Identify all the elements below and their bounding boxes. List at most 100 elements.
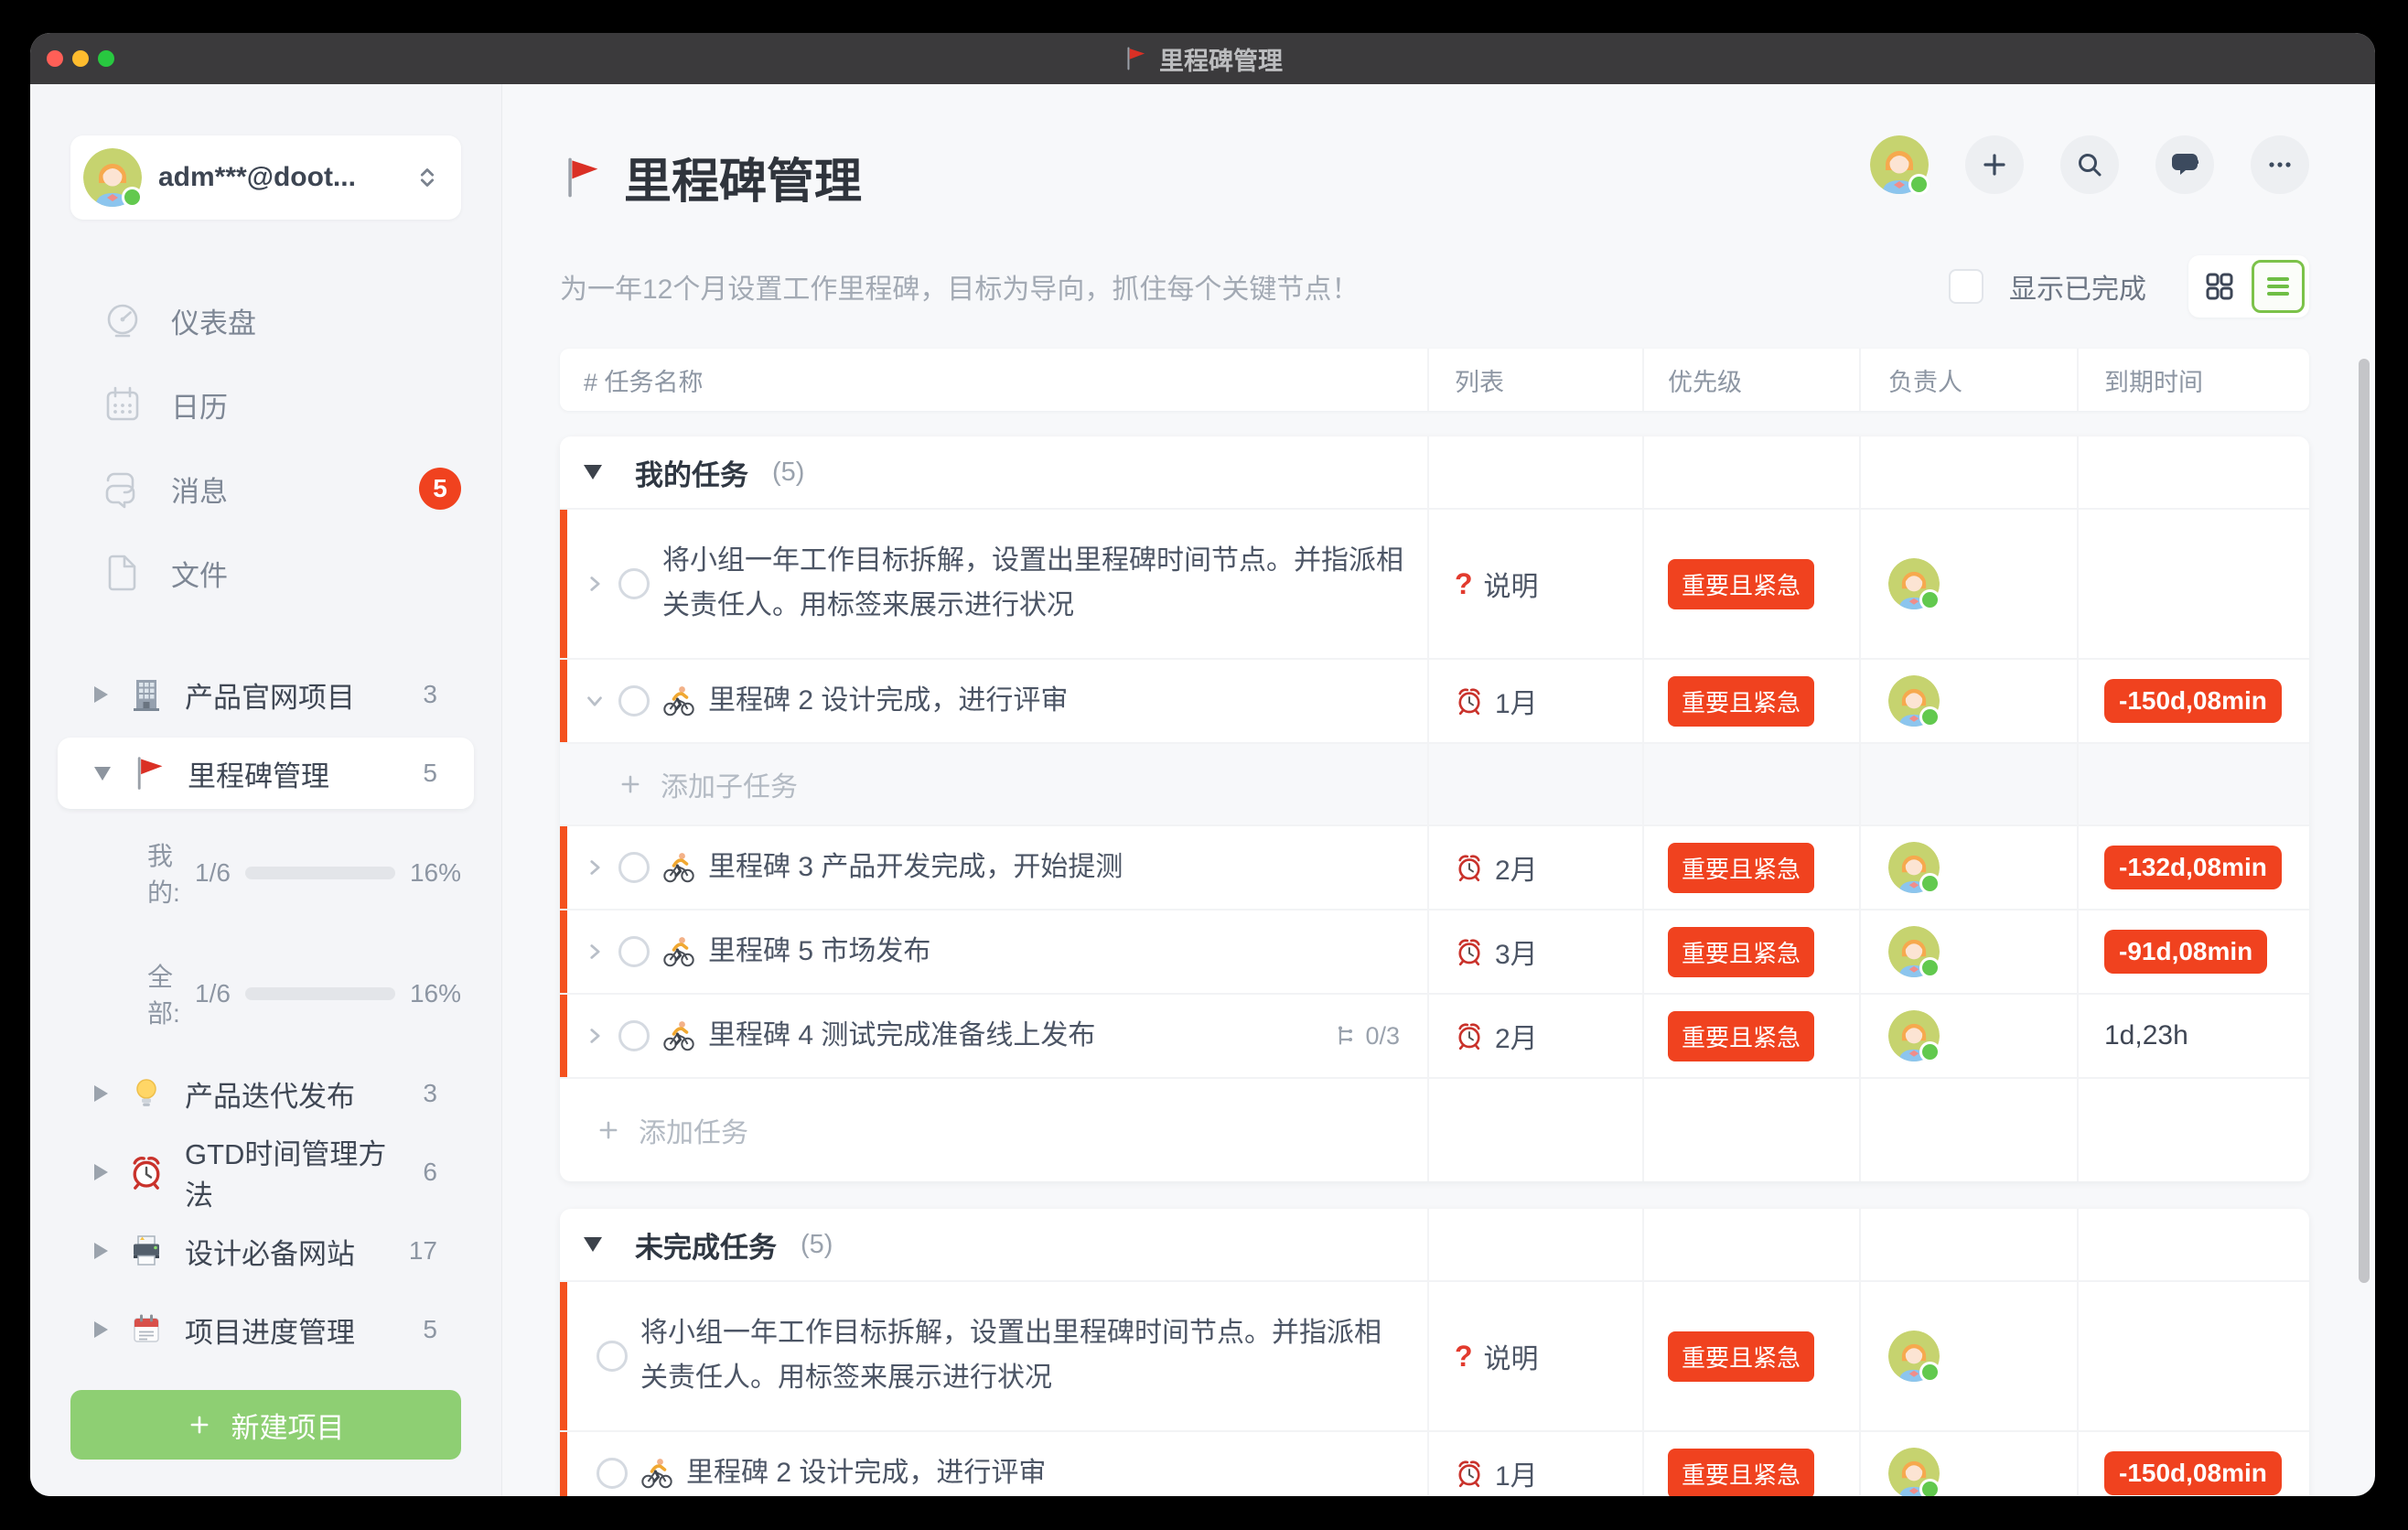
task-row[interactable]: 里程碑 4 测试完成准备线上发布 0/3 2月 重要且紧急 1d,23h bbox=[560, 995, 2309, 1079]
due-time-badge[interactable]: -150d,08min bbox=[2104, 1451, 2282, 1495]
chat-icon bbox=[2169, 149, 2200, 180]
expand-triangle-icon[interactable] bbox=[94, 767, 111, 781]
table-header: # 任务名称 列表 优先级 负责人 到期时间 bbox=[560, 349, 2309, 411]
project-list: 产品官网项目 3 里程碑管理 5 我的: 1/6 16% 全部: bbox=[70, 655, 461, 1369]
minimize-button[interactable] bbox=[72, 50, 89, 67]
collapse-triangle-icon[interactable] bbox=[94, 1321, 108, 1338]
project-count: 5 bbox=[423, 759, 437, 788]
account-switcher[interactable]: adm***@doot... bbox=[70, 135, 461, 220]
project-item-website[interactable]: 产品官网项目 3 bbox=[70, 655, 461, 734]
sidebar-item-dashboard[interactable]: 仪表盘 bbox=[70, 278, 461, 362]
board-view-button[interactable] bbox=[2193, 260, 2246, 313]
vertical-scrollbar[interactable] bbox=[2359, 359, 2370, 1283]
add-member-button[interactable] bbox=[1965, 135, 2024, 194]
group-title: 我的任务 bbox=[635, 452, 748, 493]
chevron-updown-icon bbox=[412, 162, 443, 193]
more-button[interactable] bbox=[2251, 135, 2309, 194]
priority-badge[interactable]: 重要且紧急 bbox=[1668, 559, 1814, 609]
collapse-triangle-icon[interactable] bbox=[584, 465, 602, 479]
priority-badge[interactable]: 重要且紧急 bbox=[1668, 927, 1814, 977]
task-checkbox[interactable] bbox=[618, 936, 650, 967]
assignee-avatar bbox=[1888, 926, 1940, 977]
task-row[interactable]: 里程碑 2 设计完成，进行评审 1月 重要且紧急 -150d,08min bbox=[560, 1432, 2309, 1496]
priority-badge[interactable]: 重要且紧急 bbox=[1668, 676, 1814, 727]
chevron-right-icon[interactable] bbox=[584, 573, 606, 595]
progress-percent: 16% bbox=[410, 858, 461, 888]
task-row[interactable]: 将小组一年工作目标拆解，设置出里程碑时间节点。并指派相关责任人。用标签来展示进行… bbox=[560, 1282, 2309, 1432]
titlebar: 里程碑管理 bbox=[30, 33, 2375, 84]
show-completed-checkbox[interactable] bbox=[1949, 269, 1983, 304]
zoom-button[interactable] bbox=[98, 50, 114, 67]
task-checkbox[interactable] bbox=[597, 1458, 628, 1489]
chevron-right-icon[interactable] bbox=[584, 857, 606, 878]
alarm-icon bbox=[1455, 853, 1484, 882]
column-list: 列表 bbox=[1427, 349, 1642, 411]
add-task-row[interactable]: 添加任务 bbox=[560, 1079, 2309, 1181]
chevron-down-icon[interactable] bbox=[584, 690, 606, 712]
due-time-badge[interactable]: -150d,08min bbox=[2104, 679, 2282, 723]
nav-label: 消息 bbox=[171, 469, 228, 510]
new-project-button[interactable]: 新建项目 bbox=[70, 1390, 461, 1460]
task-row[interactable]: 将小组一年工作目标拆解，设置出里程碑时间节点。并指派相关责任人。用标签来展示进行… bbox=[560, 510, 2309, 660]
alarm-icon bbox=[1455, 1459, 1484, 1488]
search-button[interactable] bbox=[2060, 135, 2119, 194]
sidebar-item-messages[interactable]: 消息 5 bbox=[70, 447, 461, 531]
priority-stripe bbox=[560, 510, 567, 658]
group-header[interactable]: 未完成任务 (5) bbox=[560, 1209, 2309, 1282]
flag-icon bbox=[1123, 46, 1148, 71]
cyclist-icon bbox=[662, 851, 695, 884]
assignee-avatar bbox=[1888, 1010, 1940, 1061]
plus-icon bbox=[597, 1118, 620, 1142]
collapse-triangle-icon[interactable] bbox=[584, 1237, 602, 1252]
due-time-badge[interactable]: -132d,08min bbox=[2104, 846, 2282, 889]
chat-button[interactable] bbox=[2155, 135, 2214, 194]
priority-badge[interactable]: 重要且紧急 bbox=[1668, 843, 1814, 893]
alarm-icon bbox=[1455, 686, 1484, 716]
task-checkbox[interactable] bbox=[597, 1341, 628, 1372]
question-icon: ? bbox=[1455, 567, 1473, 601]
project-item-design-sites[interactable]: 设计必备网站 17 bbox=[70, 1212, 461, 1290]
page-title: 里程碑管理 bbox=[560, 143, 862, 211]
chevron-right-icon[interactable] bbox=[584, 1025, 606, 1047]
priority-badge[interactable]: 重要且紧急 bbox=[1668, 1011, 1814, 1061]
task-name: 里程碑 4 测试完成准备线上发布 bbox=[708, 1014, 1095, 1059]
nav-label: 文件 bbox=[171, 553, 228, 594]
task-checkbox[interactable] bbox=[618, 685, 650, 717]
project-item-iteration[interactable]: 产品迭代发布 3 bbox=[70, 1054, 461, 1133]
task-row[interactable]: 里程碑 2 设计完成，进行评审 1月 重要且紧急 -150d,08min bbox=[560, 660, 2309, 744]
priority-badge[interactable]: 重要且紧急 bbox=[1668, 1449, 1814, 1497]
add-subtask-row[interactable]: 添加子任务 bbox=[560, 744, 2309, 826]
task-checkbox[interactable] bbox=[618, 852, 650, 883]
project-item-schedule[interactable]: 项目进度管理 5 bbox=[70, 1290, 461, 1369]
sidebar: adm***@doot... 仪表盘 日历 消息 5 bbox=[30, 84, 502, 1496]
priority-badge[interactable]: 重要且紧急 bbox=[1668, 1331, 1814, 1382]
close-button[interactable] bbox=[47, 50, 63, 67]
collapse-triangle-icon[interactable] bbox=[94, 686, 108, 703]
page-subtitle: 为一年12个月设置工作里程碑，目标为导向，抓住每个关键节点！ bbox=[560, 266, 1359, 307]
project-item-milestone[interactable]: 里程碑管理 5 bbox=[58, 738, 474, 809]
list-label: 2月 bbox=[1495, 1016, 1538, 1056]
task-row[interactable]: 里程碑 3 产品开发完成，开始提测 2月 重要且紧急 -132d,08min bbox=[560, 826, 2309, 910]
group-header[interactable]: 我的任务 (5) bbox=[560, 436, 2309, 510]
project-item-gtd[interactable]: GTD时间管理方法 6 bbox=[70, 1133, 461, 1212]
current-user-avatar[interactable] bbox=[1870, 135, 1929, 194]
task-row[interactable]: 里程碑 5 市场发布 3月 重要且紧急 -91d,08min bbox=[560, 910, 2309, 995]
list-view-button[interactable] bbox=[2252, 260, 2305, 313]
collapse-triangle-icon[interactable] bbox=[94, 1164, 108, 1180]
group-count: (5) bbox=[801, 1230, 833, 1260]
progress-value: 1/6 bbox=[195, 858, 231, 888]
sidebar-item-calendar[interactable]: 日历 bbox=[70, 362, 461, 447]
user-avatar bbox=[83, 148, 142, 207]
sidebar-item-files[interactable]: 文件 bbox=[70, 531, 461, 615]
dashboard-icon bbox=[102, 299, 144, 341]
chevron-right-icon[interactable] bbox=[584, 941, 606, 963]
task-checkbox[interactable] bbox=[618, 1020, 650, 1051]
new-project-label: 新建项目 bbox=[231, 1405, 345, 1446]
desk-calendar-icon bbox=[128, 1311, 165, 1348]
collapse-triangle-icon[interactable] bbox=[94, 1085, 108, 1102]
cyclist-icon bbox=[662, 1019, 695, 1052]
task-checkbox[interactable] bbox=[618, 568, 650, 599]
collapse-triangle-icon[interactable] bbox=[94, 1243, 108, 1259]
due-time-badge[interactable]: -91d,08min bbox=[2104, 930, 2267, 974]
column-task-name: # 任务名称 bbox=[560, 349, 1427, 411]
